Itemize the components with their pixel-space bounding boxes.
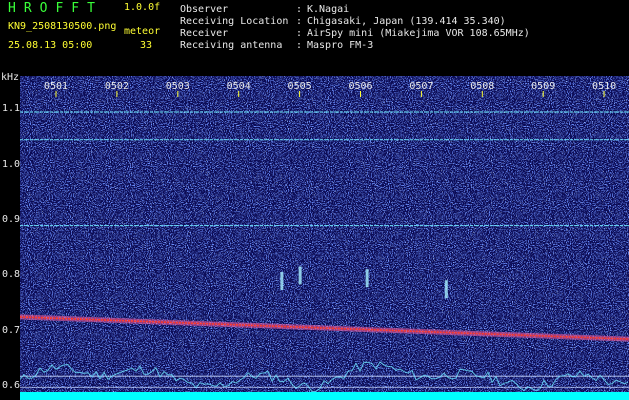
info-key-antenna: Receiving antenna bbox=[180, 40, 283, 51]
info-value-receiver: AirSpy mini (Miakejima VOR 108.65MHz) bbox=[307, 28, 530, 39]
meteor-echo bbox=[280, 271, 284, 290]
header-panel: HROFFT 1.0.0f KN9_2508130500.png meteor … bbox=[0, 0, 629, 74]
y-tick-label: 1.1 bbox=[2, 103, 21, 115]
info-separator: : bbox=[296, 4, 303, 15]
noise-sparkle-layer bbox=[20, 76, 629, 400]
info-key-location: Receiving Location bbox=[180, 16, 289, 27]
file-name: KN9_2508130500.png bbox=[8, 21, 117, 32]
x-tick-label: 0510 bbox=[592, 81, 616, 92]
info-key-observer: Observer bbox=[180, 4, 229, 15]
app-version: 1.0.0f bbox=[124, 2, 161, 13]
info-separator: : bbox=[296, 28, 303, 39]
y-tick-label: 1.0 bbox=[2, 158, 21, 170]
info-separator: : bbox=[296, 16, 303, 27]
mode-label: meteor bbox=[124, 26, 161, 37]
x-tick-label: 0503 bbox=[166, 81, 190, 92]
meteor-echo bbox=[365, 269, 369, 288]
x-tick-label: 0504 bbox=[227, 81, 251, 92]
meteor-echo bbox=[444, 280, 448, 299]
x-tick-label: 0506 bbox=[348, 81, 372, 92]
info-value-antenna: Maspro FM-3 bbox=[307, 40, 374, 51]
x-tick-label: 0509 bbox=[531, 81, 555, 92]
info-value-location: Chigasaki, Japan (139.414 35.340) bbox=[307, 16, 506, 27]
bottom-band bbox=[20, 392, 629, 400]
y-tick-label: 0.8 bbox=[2, 269, 21, 281]
y-tick-label: 0.7 bbox=[2, 324, 21, 336]
y-tick-label: 0.9 bbox=[2, 214, 21, 225]
app-title: HROFFT bbox=[8, 1, 103, 16]
x-tick-label: 0507 bbox=[409, 81, 433, 92]
x-tick-label: 0501 bbox=[44, 81, 68, 92]
x-tick-label: 0502 bbox=[105, 81, 129, 92]
info-value-observer: K.Nagai bbox=[307, 4, 350, 15]
info-separator: : bbox=[296, 40, 303, 51]
info-key-receiver: Receiver bbox=[180, 28, 229, 39]
meteor-echo bbox=[298, 266, 302, 285]
y-tick-label: 0.6 bbox=[2, 380, 21, 392]
y-axis-label: kHz bbox=[1, 72, 20, 83]
x-tick-label: 0505 bbox=[288, 81, 312, 92]
x-tick-label: 0508 bbox=[470, 81, 494, 92]
spectrogram: 0501 0502 0503 0504 0505 0506 0507 0508 0509 0510 bbox=[20, 76, 629, 400]
observation-datetime: 25.08.13 05:00 bbox=[8, 40, 93, 51]
echo-count: 33 bbox=[140, 40, 153, 51]
